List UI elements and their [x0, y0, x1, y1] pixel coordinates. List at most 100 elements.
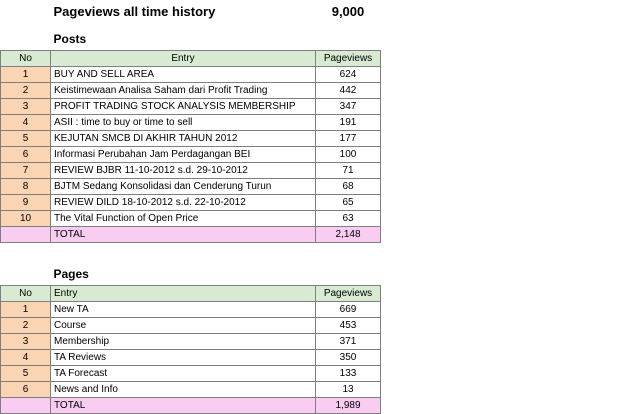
post-cell-no[interactable]: 2 [0, 82, 51, 99]
page-row: 6 News and Info 13 [0, 380, 381, 398]
page-cell-entry[interactable]: New TA [50, 300, 316, 318]
post-cell-pageviews[interactable]: 191 [315, 114, 381, 131]
post-row: 1 BUY AND SELL AREA 624 [0, 66, 381, 83]
post-cell-no[interactable]: 8 [0, 178, 51, 195]
posts-header-entry[interactable]: Entry [50, 50, 316, 67]
post-cell-pageviews[interactable]: 347 [315, 98, 381, 115]
page-cell-pageviews[interactable]: 133 [315, 364, 381, 382]
post-cell-pageviews[interactable]: 63 [315, 210, 381, 227]
page-cell-pageviews[interactable]: 669 [315, 300, 381, 318]
post-cell-entry[interactable]: ASII : time to buy or time to sell [50, 114, 316, 131]
posts-title-row: Posts [1, 24, 381, 51]
page-cell-no[interactable]: 1 [0, 300, 51, 318]
post-cell-pageviews[interactable]: 624 [315, 66, 381, 83]
posts-header-pageviews[interactable]: Pageviews [315, 50, 381, 67]
posts-total-value[interactable]: 2,148 [315, 226, 381, 243]
cell-empty[interactable] [1, 243, 51, 259]
pageviews-table: Pageviews all time history 9,000 Posts N… [0, 0, 381, 414]
summary-row: Pageviews all time history 9,000 [1, 0, 381, 24]
post-row: 4 ASII : time to buy or time to sell 191 [0, 114, 381, 131]
post-cell-no[interactable]: 7 [0, 162, 51, 179]
pages-total-label[interactable]: TOTAL [50, 396, 316, 414]
post-cell-entry[interactable]: PROFIT TRADING STOCK ANALYSIS MEMBERSHIP [50, 98, 316, 115]
page-cell-entry[interactable]: TA Reviews [50, 348, 316, 366]
page-cell-entry[interactable]: TA Forecast [50, 364, 316, 382]
cell-empty[interactable] [1, 24, 51, 51]
posts-total-row: TOTAL 2,148 [0, 226, 381, 243]
post-cell-entry[interactable]: BJTM Sedang Konsolidasi dan Cenderung Tu… [50, 178, 316, 195]
post-row: 2 Keistimewaan Analisa Saham dari Profit … [0, 82, 381, 99]
post-cell-no[interactable]: 1 [0, 66, 51, 83]
summary-value[interactable]: 9,000 [316, 0, 381, 24]
post-cell-entry[interactable]: Keistimewaan Analisa Saham dari Profit T… [50, 82, 316, 99]
cell-empty[interactable] [0, 226, 51, 243]
page-cell-entry[interactable]: Course [50, 316, 316, 334]
posts-total-label[interactable]: TOTAL [50, 226, 316, 243]
page-cell-no[interactable]: 2 [0, 316, 51, 334]
post-cell-entry[interactable]: BUY AND SELL AREA [50, 66, 316, 83]
posts-rows: 1 BUY AND SELL AREA 624 2 Keistimewaan Anali… [0, 66, 381, 227]
cell-empty[interactable] [1, 0, 51, 24]
post-cell-pageviews[interactable]: 65 [315, 194, 381, 211]
cell-empty[interactable] [0, 396, 51, 414]
cell-empty[interactable] [316, 259, 381, 286]
post-cell-no[interactable]: 3 [0, 98, 51, 115]
page-cell-pageviews[interactable]: 371 [315, 332, 381, 350]
pages-total-row: TOTAL 1,989 [0, 396, 381, 414]
post-cell-pageviews[interactable]: 177 [315, 130, 381, 147]
post-cell-no[interactable]: 4 [0, 114, 51, 131]
pages-header-pageviews[interactable]: Pageviews [315, 284, 381, 302]
posts-header-no[interactable]: No [0, 50, 51, 67]
post-row: 9 REVIEW DILD 18-10-2012 s.d. 22-10-2012 6… [0, 194, 381, 211]
pages-rows: 1 New TA 669 2 Course 453 3 Membership 371 4 TA Re… [0, 300, 381, 398]
post-cell-pageviews[interactable]: 71 [315, 162, 381, 179]
page-row: 4 TA Reviews 350 [0, 348, 381, 366]
post-row: 5 KEJUTAN SMCB DI AKHIR TAHUN 2012 177 [0, 130, 381, 147]
post-cell-no[interactable]: 6 [0, 146, 51, 163]
post-cell-entry[interactable]: Informasi Perubahan Jam Perdagangan BEI [50, 146, 316, 163]
post-row: 8 BJTM Sedang Konsolidasi dan Cenderung T… [0, 178, 381, 195]
page-cell-no[interactable]: 6 [0, 380, 51, 398]
pages-header-entry[interactable]: Entry [50, 284, 316, 302]
post-cell-entry[interactable]: REVIEW DILD 18-10-2012 s.d. 22-10-2012 [50, 194, 316, 211]
post-cell-entry[interactable]: KEJUTAN SMCB DI AKHIR TAHUN 2012 [50, 130, 316, 147]
pages-header-no[interactable]: No [0, 284, 51, 302]
post-row: 3 PROFIT TRADING STOCK ANALYSIS MEMBERSHI… [0, 98, 381, 115]
post-cell-entry[interactable]: The Vital Function of Open Price [50, 210, 316, 227]
pages-header-row: No Entry Pageviews [0, 284, 381, 302]
post-row: 6 Informasi Perubahan Jam Perdagangan BEI… [0, 146, 381, 163]
cell-empty[interactable] [316, 24, 381, 51]
page-cell-no[interactable]: 3 [0, 332, 51, 350]
post-cell-entry[interactable]: REVIEW BJBR 11-10-2012 s.d. 29-10-2012 [50, 162, 316, 179]
page-cell-no[interactable]: 5 [0, 364, 51, 382]
post-cell-no[interactable]: 5 [0, 130, 51, 147]
posts-title[interactable]: Posts [51, 24, 316, 51]
page-cell-pageviews[interactable]: 350 [315, 348, 381, 366]
page-cell-entry[interactable]: News and Info [50, 380, 316, 398]
posts-header-row: No Entry Pageviews [0, 50, 381, 67]
spreadsheet: Pageviews all time history 9,000 Posts N… [0, 0, 381, 414]
page-cell-pageviews[interactable]: 13 [315, 380, 381, 398]
summary-label[interactable]: Pageviews all time history [51, 0, 316, 24]
post-cell-pageviews[interactable]: 68 [315, 178, 381, 195]
post-cell-pageviews[interactable]: 100 [315, 146, 381, 163]
page-row: 3 Membership 371 [0, 332, 381, 350]
pages-total-value[interactable]: 1,989 [315, 396, 381, 414]
cell-empty[interactable] [316, 243, 381, 259]
cell-empty[interactable] [51, 243, 316, 259]
page-row: 2 Course 453 [0, 316, 381, 334]
page-row: 5 TA Forecast 133 [0, 364, 381, 382]
post-cell-no[interactable]: 9 [0, 194, 51, 211]
page-cell-entry[interactable]: Membership [50, 332, 316, 350]
post-cell-no[interactable]: 10 [0, 210, 51, 227]
post-cell-pageviews[interactable]: 442 [315, 82, 381, 99]
post-row: 7 REVIEW BJBR 11-10-2012 s.d. 29-10-2012 7… [0, 162, 381, 179]
pages-title[interactable]: Pages [51, 259, 316, 286]
pages-title-row: Pages [1, 259, 381, 286]
spacer-row [1, 243, 381, 259]
page-row: 1 New TA 669 [0, 300, 381, 318]
page-cell-pageviews[interactable]: 453 [315, 316, 381, 334]
cell-empty[interactable] [1, 259, 51, 286]
page-cell-no[interactable]: 4 [0, 348, 51, 366]
post-row: 10 The Vital Function of Open Price 63 [0, 210, 381, 227]
